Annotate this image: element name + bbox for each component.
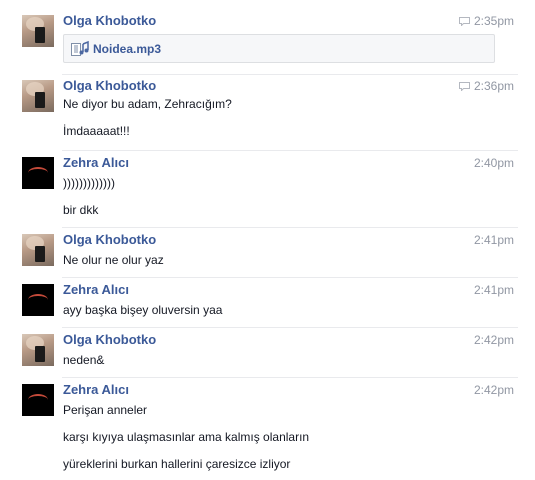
message-text: karşı kıyıya ulaşmasınlar ama kalmış ola… <box>63 430 310 444</box>
avatar[interactable] <box>22 284 54 316</box>
timestamp-text: 2:40pm <box>473 156 514 170</box>
author-name[interactable]: Olga Khobotko <box>63 13 156 28</box>
author-name[interactable]: Zehra Alıcı <box>63 282 129 297</box>
author-name[interactable]: Olga Khobotko <box>63 78 156 93</box>
timestamp: 2:41pm <box>474 283 514 297</box>
avatar[interactable] <box>22 384 54 416</box>
author-name[interactable]: Olga Khobotko <box>63 232 156 247</box>
avatar[interactable] <box>22 334 54 366</box>
message-text: Ne olur ne olur yaz <box>63 253 164 267</box>
avatar[interactable] <box>22 157 54 189</box>
message-text: İmdaaaaat!!! <box>63 124 130 138</box>
timestamp-text: 2:42pm <box>473 383 514 397</box>
file-name[interactable]: Noidea.mp3 <box>93 42 161 56</box>
seen-icon <box>458 16 470 26</box>
timestamp-text: 2:35pm <box>473 14 514 28</box>
timestamp-text: 2:41pm <box>473 283 514 297</box>
avatar[interactable] <box>22 80 54 112</box>
message-text: yüreklerini burkan hallerini çaresizce i… <box>63 457 291 471</box>
timestamp: 2:42pm <box>474 333 514 347</box>
divider <box>62 74 518 75</box>
timestamp: 2:35pm <box>458 14 514 28</box>
audio-file-icon <box>71 40 89 56</box>
file-attachment[interactable]: Noidea.mp3 <box>63 34 495 63</box>
divider <box>62 227 518 228</box>
message-text: neden& <box>63 353 105 367</box>
message-text: ))))))))))))) <box>63 176 115 190</box>
author-name[interactable]: Zehra Alıcı <box>63 382 129 397</box>
message-text: Ne diyor bu adam, Zehracığım? <box>63 97 232 111</box>
message-thread: Olga Khobotko 2:35pm Noidea.mp3 Olga Kho… <box>0 0 535 480</box>
timestamp: 2:41pm <box>474 233 514 247</box>
timestamp-text: 2:42pm <box>473 333 514 347</box>
divider <box>62 377 518 378</box>
message-text: bir dkk <box>63 203 99 217</box>
timestamp: 2:40pm <box>474 156 514 170</box>
timestamp-text: 2:41pm <box>473 233 514 247</box>
message-text: Perişan anneler <box>63 403 148 417</box>
avatar[interactable] <box>22 234 54 266</box>
seen-icon <box>458 81 470 91</box>
divider <box>62 277 518 278</box>
author-name[interactable]: Zehra Alıcı <box>63 155 129 170</box>
divider <box>62 150 518 151</box>
divider <box>62 327 518 328</box>
timestamp: 2:36pm <box>458 79 514 93</box>
timestamp: 2:42pm <box>474 383 514 397</box>
avatar[interactable] <box>22 15 54 47</box>
timestamp-text: 2:36pm <box>473 79 514 93</box>
message-text: ayy başka bişey oluversin yaa <box>63 303 223 317</box>
author-name[interactable]: Olga Khobotko <box>63 332 156 347</box>
